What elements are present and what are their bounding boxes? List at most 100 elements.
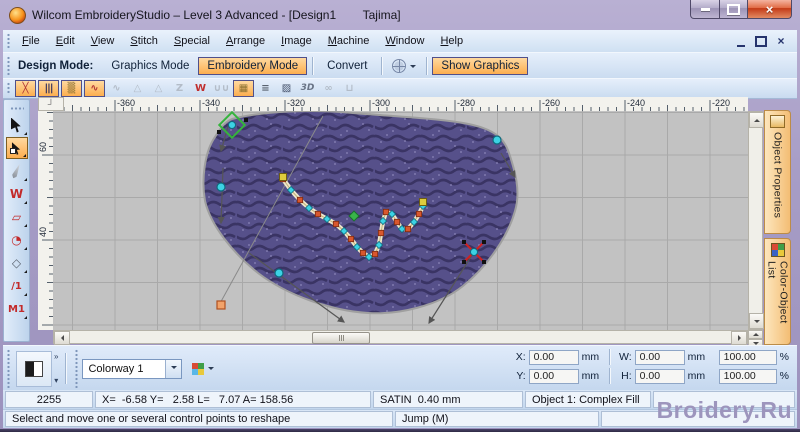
scroll-up-button[interactable]: [749, 112, 764, 128]
toolbar-grip[interactable]: [7, 82, 10, 95]
knife-tool[interactable]: [6, 160, 28, 182]
hscroll-thumb[interactable]: [312, 332, 370, 344]
select-tool[interactable]: [6, 114, 28, 136]
svg-text:-240: -240: [627, 98, 645, 108]
tab-object-properties[interactable]: Object Properties: [764, 110, 791, 234]
ellipse-tool-icon: ◔: [11, 233, 22, 247]
graphics-mode-button[interactable]: Graphics Mode: [102, 57, 198, 75]
w-field[interactable]: 0.00: [634, 349, 685, 365]
control-node[interactable]: [404, 225, 412, 233]
toolbar-overflow[interactable]: » ▾: [54, 352, 58, 385]
toolbar-grip[interactable]: [7, 349, 10, 388]
toolbar-grip[interactable]: [75, 349, 79, 388]
tab-color-object-list[interactable]: Color-Object List: [764, 238, 791, 345]
colorway-select[interactable]: Colorway 1: [82, 358, 183, 379]
menu-item-help[interactable]: Help: [432, 32, 471, 50]
zigzag-outline-icon[interactable]: ∿: [84, 80, 105, 97]
hatch-effect-icon[interactable]: ▨: [277, 81, 296, 96]
3d-warp-icon[interactable]: 3D: [298, 81, 317, 96]
page-up-button[interactable]: [748, 330, 763, 339]
menu-item-arrange[interactable]: Arrange: [218, 32, 273, 50]
close-button[interactable]: ×: [748, 0, 792, 19]
program-split-fill-icon[interactable]: ▒: [61, 80, 82, 97]
control-node[interactable]: [332, 220, 340, 228]
mdi-restore-button[interactable]: [755, 35, 767, 47]
maximize-button[interactable]: [720, 0, 748, 19]
node-edit-tool[interactable]: ◇: [6, 252, 28, 274]
polyline-tool[interactable]: M1: [6, 298, 28, 320]
svg-text:-300: -300: [372, 98, 390, 108]
control-node[interactable]: [377, 229, 385, 237]
scale-y-field[interactable]: 100.00: [718, 368, 777, 384]
colorway-dropdown-button[interactable]: [165, 359, 182, 378]
run-stitch-tool[interactable]: /1: [6, 275, 28, 297]
curve-point[interactable]: [492, 135, 502, 145]
menu-item-edit[interactable]: Edit: [48, 32, 83, 50]
scroll-left-button[interactable]: [54, 331, 70, 345]
vertical-scrollbar[interactable]: [748, 111, 764, 330]
color-palette-button[interactable]: [188, 361, 218, 377]
mdi-minimize-button[interactable]: [735, 36, 747, 47]
corner-point[interactable]: [419, 198, 427, 206]
control-node[interactable]: [393, 218, 401, 226]
menu-item-image[interactable]: Image: [273, 32, 320, 50]
embroidery-mode-button[interactable]: Embroidery Mode: [198, 57, 308, 75]
vscroll-track[interactable]: [749, 128, 762, 313]
freehand-embroidery-tool[interactable]: W: [6, 183, 28, 205]
corner-point[interactable]: [279, 173, 287, 181]
curve-point[interactable]: [274, 268, 284, 278]
design-mode-toolbar: Design Mode: Graphics Mode Embroidery Mo…: [3, 52, 797, 80]
scroll-right-button[interactable]: [731, 331, 747, 345]
show-graphics-button[interactable]: Show Graphics: [432, 57, 529, 75]
scale-x-field[interactable]: 100.00: [718, 349, 777, 365]
separator: [65, 353, 67, 384]
horizontal-scrollbar[interactable]: [53, 330, 748, 345]
reshape-tool[interactable]: [5, 137, 28, 159]
menu-item-file[interactable]: File: [14, 32, 48, 50]
design-canvas[interactable]: [53, 111, 748, 330]
ruler-origin-button[interactable]: ┘: [38, 97, 64, 111]
stitch-count: 2255: [5, 391, 93, 408]
scroll-down-button[interactable]: [749, 313, 764, 329]
x-field[interactable]: 0.00: [528, 349, 579, 365]
curve-point[interactable]: [216, 182, 226, 192]
freehand-run-icon[interactable]: W: [191, 81, 210, 96]
toolbar-grip[interactable]: [7, 56, 10, 76]
menu-item-machine[interactable]: Machine: [320, 32, 378, 50]
control-node[interactable]: [314, 210, 322, 218]
menu-item-window[interactable]: Window: [377, 32, 432, 50]
design-mode-label: Design Mode:: [18, 60, 94, 72]
control-node[interactable]: [371, 250, 379, 258]
toolbar-grip[interactable]: [7, 33, 10, 49]
motif-run-icon: ∿: [112, 82, 121, 94]
minimize-button[interactable]: [690, 0, 720, 19]
colorway-editor-button[interactable]: [16, 350, 52, 387]
menu-items: File Edit View Stitch Special Arrange Image Mac…: [14, 32, 471, 50]
control-node[interactable]: [382, 208, 390, 216]
closed-shape-tool[interactable]: ▱: [6, 206, 28, 228]
weave-effect-icon[interactable]: ≡: [256, 81, 275, 96]
control-node[interactable]: [347, 235, 355, 243]
control-node[interactable]: [415, 210, 423, 218]
mdi-close-icon: ×: [777, 33, 785, 48]
tatami-fill-icon[interactable]: |||: [38, 80, 59, 97]
pattern-fill-icon[interactable]: ▦: [233, 80, 254, 97]
menu-item-special[interactable]: Special: [166, 32, 218, 50]
control-node[interactable]: [359, 249, 367, 257]
hoop-globe-button[interactable]: [387, 57, 421, 75]
cross-stitch-icon[interactable]: ╳: [15, 80, 36, 97]
hscroll-track[interactable]: [70, 331, 731, 344]
control-node[interactable]: [296, 196, 304, 204]
menu-item-stitch[interactable]: Stitch: [122, 32, 166, 50]
svg-text:-220: -220: [712, 98, 730, 108]
window-title: Wilcom EmbroideryStudio – Level 3 Advanc…: [32, 8, 401, 22]
convert-button[interactable]: Convert: [318, 57, 376, 75]
menu-bar: File Edit View Stitch Special Arrange Image Mac…: [3, 30, 797, 53]
menu-item-view[interactable]: View: [83, 32, 123, 50]
y-field[interactable]: 0.00: [528, 368, 579, 384]
ellipse-tool[interactable]: ◔: [6, 229, 28, 251]
mdi-close-button[interactable]: ×: [775, 33, 787, 48]
h-field[interactable]: 0.00: [634, 368, 685, 384]
svg-text:-280: -280: [457, 98, 475, 108]
toolbar-grip[interactable]: [9, 107, 24, 110]
